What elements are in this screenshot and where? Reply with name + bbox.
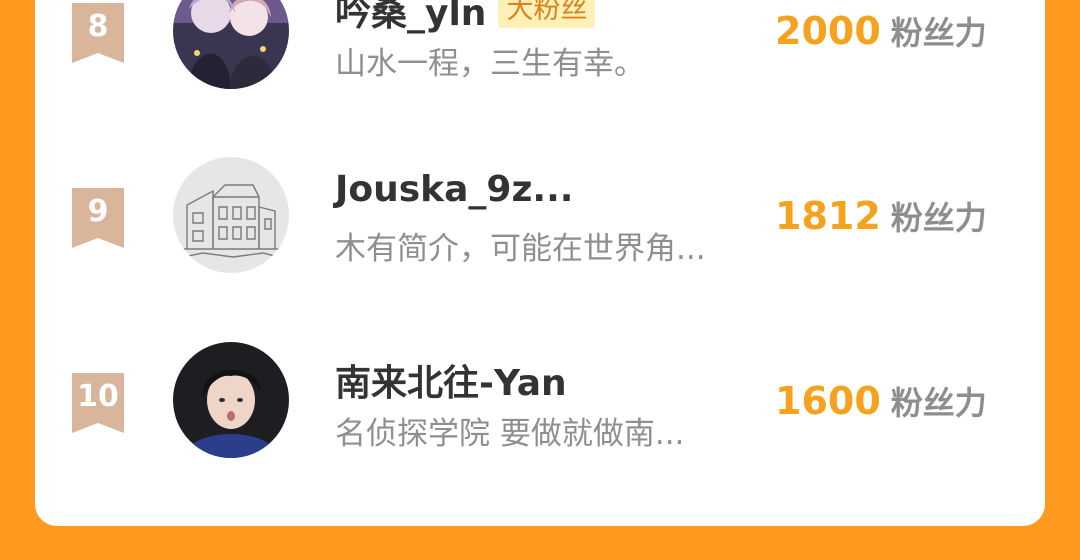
fan-power-value: 1812 bbox=[775, 194, 881, 238]
user-bio: 名侦探学院 要做就做南... bbox=[335, 416, 685, 452]
fan-power-unit: 粉丝力 bbox=[890, 199, 987, 237]
ranking-row-8[interactable]: 8 吟桑_yln 大粉丝 山水一程，三生有幸。 2000 粉丝力 bbox=[35, 0, 1045, 120]
avatar[interactable] bbox=[173, 342, 289, 458]
fan-level-badge: 大粉丝 bbox=[498, 0, 596, 28]
avatar[interactable] bbox=[173, 0, 289, 89]
anime-couple-avatar-icon bbox=[173, 0, 289, 89]
person-photo-avatar-icon bbox=[173, 342, 289, 458]
rank-ribbon-icon: 9 bbox=[72, 188, 124, 248]
fan-power: 2000 粉丝力 bbox=[775, 8, 987, 54]
fan-ranking-card: 8 吟桑_yln 大粉丝 山水一程，三生有幸。 2000 粉丝力 9 Jousk… bbox=[35, 0, 1045, 526]
fan-power-unit: 粉丝力 bbox=[890, 14, 987, 52]
rank-number: 9 bbox=[87, 194, 109, 229]
user-name[interactable]: 南来北往-Yan bbox=[335, 363, 567, 404]
fan-power-unit: 粉丝力 bbox=[890, 384, 987, 422]
user-name[interactable]: Jouska_9z... bbox=[335, 169, 573, 210]
user-bio: 木有简介，可能在世界角... bbox=[335, 231, 706, 267]
fan-power-value: 2000 bbox=[775, 9, 881, 53]
fan-power: 1600 粉丝力 bbox=[775, 378, 987, 424]
ranking-row-10[interactable]: 10 南来北往-Yan 名侦探学院 要做就做南... 1600 粉丝力 bbox=[35, 340, 1045, 490]
fan-power-value: 1600 bbox=[775, 379, 881, 423]
user-bio: 山水一程，三生有幸。 bbox=[335, 46, 645, 82]
ranking-row-9[interactable]: 9 Jouska_9z... 木有简介，可能在世界角... 1812 粉丝力 bbox=[35, 155, 1045, 305]
rank-number: 8 bbox=[87, 9, 109, 44]
rank-number: 10 bbox=[77, 379, 119, 414]
building-sketch-avatar-icon bbox=[173, 157, 289, 273]
user-name[interactable]: 吟桑_yln bbox=[335, 0, 486, 34]
avatar[interactable] bbox=[173, 157, 289, 273]
rank-ribbon-icon: 10 bbox=[72, 373, 124, 433]
rank-ribbon-icon: 8 bbox=[72, 3, 124, 63]
fan-power: 1812 粉丝力 bbox=[775, 193, 987, 239]
